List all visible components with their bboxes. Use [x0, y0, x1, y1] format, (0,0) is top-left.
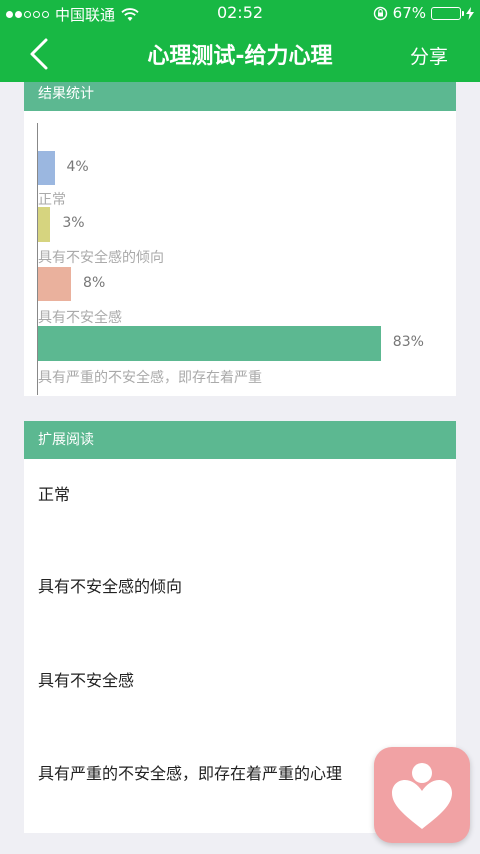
battery-percent: 67% [392, 4, 426, 22]
reading-item-tendency[interactable]: 具有不安全感的倾向 [38, 573, 182, 597]
chart-bar [38, 326, 381, 361]
page-title: 心理测试-给力心理 [147, 44, 333, 69]
chart-bar [38, 207, 51, 242]
chart-bar-value-label: 83% [392, 334, 424, 350]
chart-bar-value-label: 3% [62, 215, 85, 231]
battery-icon [431, 6, 464, 20]
result-card: 结果统计 4% 正常 3% 具有不安全感的倾向 8% 具有不安全感 83% 具有严重的不安全感… [24, 82, 456, 396]
reading-item-severe[interactable]: 具有严重的不安全感，即存在着严重的心理 [38, 760, 342, 784]
share-button[interactable]: 分享 [410, 42, 448, 69]
chart-category-label: 具有严重的不安全感，即存在着严重 [38, 370, 262, 386]
reading-item-normal[interactable]: 正常 [38, 481, 70, 505]
nav-bar: 心理测试-给力心理 分享 [0, 26, 480, 82]
result-chart: 4% 正常 3% 具有不安全感的倾向 8% 具有不安全感 83% 具有严重的不安全感，即存在着… [24, 111, 456, 396]
result-card-header: 结果统计 [24, 82, 456, 111]
reading-item-insecure[interactable]: 具有不安全感 [38, 667, 134, 691]
heart-person-icon [392, 763, 452, 829]
chart-bar-value-label: 4% [66, 159, 89, 175]
chart-bar [38, 267, 72, 301]
status-right: 67% [373, 4, 474, 22]
chart-bar [38, 151, 55, 185]
app-logo-button[interactable] [374, 747, 470, 843]
status-bar: 中国联通 02:52 67% [0, 0, 480, 26]
charging-icon [466, 6, 474, 20]
rotation-lock-icon [373, 6, 387, 20]
reading-card-header: 扩展阅读 [24, 421, 456, 459]
chart-category-label: 正常 [38, 192, 66, 208]
chart-category-label: 具有不安全感的倾向 [38, 250, 164, 266]
chart-bar-value-label: 8% [83, 275, 106, 291]
chart-category-label: 具有不安全感 [38, 310, 122, 326]
